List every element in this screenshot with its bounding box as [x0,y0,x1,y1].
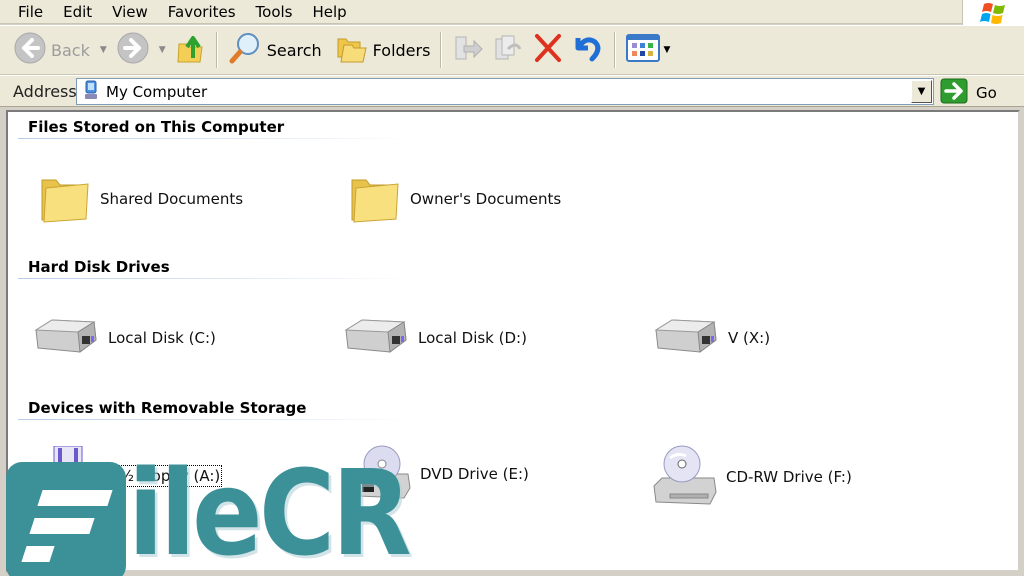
up-folder-button[interactable] [172,30,210,70]
copy-to-icon [492,33,524,67]
undo-icon [572,32,604,68]
content-pane: Files Stored on This Computer Shared Doc… [6,110,1020,572]
views-icon [626,33,661,67]
views-dropdown-arrow[interactable]: ▼ [663,45,670,55]
group-divider [18,419,418,420]
go-button[interactable]: Go [940,78,997,108]
item-floppy-a[interactable]: 3½ Floppy (A:) [38,445,223,506]
menu-view[interactable]: View [102,1,158,23]
item-label: 3½ Floppy (A:) [107,465,223,487]
item-v-drive-x[interactable]: V (X:) [652,316,770,360]
item-label: DVD Drive (E:) [420,465,529,483]
group-title-files-stored: Files Stored on This Computer [28,118,285,136]
delete-button[interactable] [528,30,568,70]
forward-icon [117,32,149,68]
item-owners-documents[interactable]: Owner's Documents [348,170,561,228]
hard-disk-icon [342,316,410,360]
hard-disk-icon [652,316,720,360]
up-folder-icon [176,32,206,68]
address-input[interactable]: My Computer ▼ [76,78,934,105]
menu-favorites[interactable]: Favorites [158,1,246,23]
toolbar-separator [215,32,218,68]
standard-toolbar: Back ▼ ▼ Search Folders ▼ [0,25,1024,75]
toolbar-separator [440,32,443,68]
move-to-button[interactable] [448,30,488,70]
search-icon [228,31,262,69]
item-local-disk-c[interactable]: Local Disk (C:) [32,316,216,360]
group-title-hard-disk-drives: Hard Disk Drives [28,258,170,276]
item-label: Owner's Documents [410,190,562,208]
hard-disk-icon [32,316,100,360]
menu-edit[interactable]: Edit [53,1,102,23]
move-to-icon [452,33,484,67]
menu-tools[interactable]: Tools [246,1,303,23]
menu-bar: File Edit View Favorites Tools Help [0,0,1024,26]
item-label: CD-RW Drive (F:) [726,468,852,486]
item-dvd-drive-e[interactable]: DVD Drive (E:) [352,442,529,506]
floppy-drive-icon [38,445,102,506]
toolbar-separator [614,32,617,68]
cd-drive-icon [652,442,718,512]
group-divider [18,278,418,279]
item-local-disk-d[interactable]: Local Disk (D:) [342,316,527,360]
item-shared-documents[interactable]: Shared Documents [38,170,243,228]
address-bar: Address My Computer ▼ Go [0,75,1024,107]
dvd-drive-icon [352,442,412,506]
folders-label: Folders [372,40,431,60]
back-dropdown-arrow[interactable]: ▼ [100,45,107,55]
my-computer-icon [82,80,100,104]
search-label: Search [266,40,322,60]
folder-icon [38,170,92,228]
menu-file[interactable]: File [8,1,53,23]
copy-to-button[interactable] [488,30,528,70]
undo-button[interactable] [568,30,608,70]
forward-button[interactable] [113,30,153,70]
go-label: Go [976,84,997,102]
item-label: V (X:) [728,329,771,347]
back-button[interactable]: Back [10,30,94,70]
folder-icon [348,170,402,228]
search-button[interactable]: Search [224,30,326,70]
delete-icon [532,33,564,67]
address-value: My Computer [106,82,208,101]
item-cd-rw-drive-f[interactable]: CD-RW Drive (F:) [652,442,852,512]
back-label: Back [51,40,90,60]
menu-help[interactable]: Help [303,1,357,23]
back-icon [14,32,46,68]
views-button[interactable]: ▼ [622,30,674,70]
address-label: Address [13,81,77,101]
windows-logo-icon [962,0,1024,26]
forward-dropdown-arrow[interactable]: ▼ [159,45,166,55]
group-title-removable-storage: Devices with Removable Storage [28,399,307,417]
item-label: Local Disk (C:) [108,329,216,347]
folders-button[interactable]: Folders [332,30,435,70]
folders-icon [336,33,368,67]
group-divider [18,138,418,139]
item-label: Local Disk (D:) [418,329,527,347]
item-label: Shared Documents [100,190,244,208]
address-dropdown-button[interactable]: ▼ [911,80,932,103]
go-arrow-icon [940,78,968,108]
